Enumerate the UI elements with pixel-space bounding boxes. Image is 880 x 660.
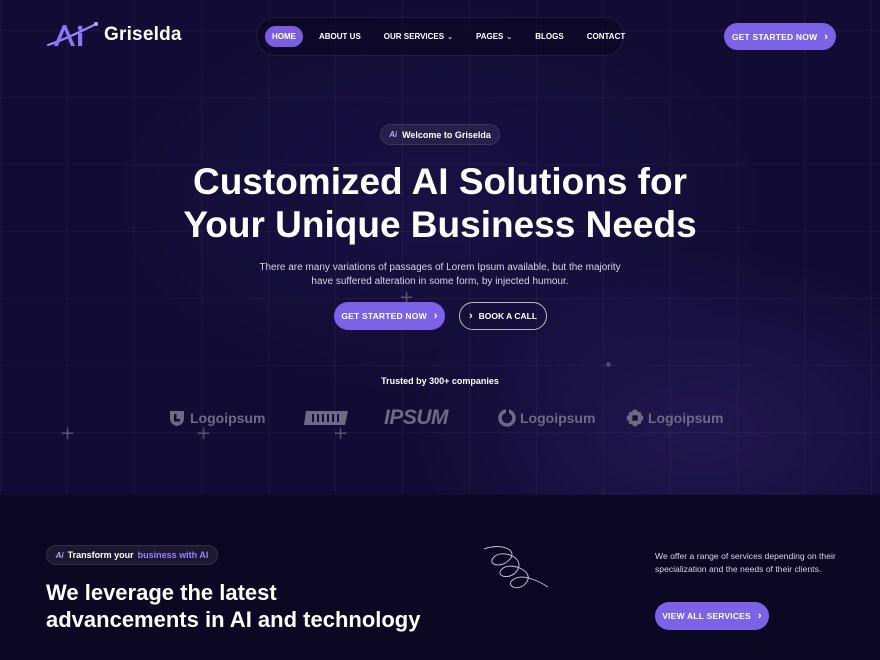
- badge-highlight: business with AI: [137, 550, 209, 560]
- ai-mark-icon: Ai: [389, 130, 398, 139]
- partner-logo-text: Logoipsum: [520, 410, 596, 426]
- badge-label: Transform your: [67, 550, 134, 560]
- button-label: GET STARTED NOW: [731, 31, 818, 42]
- chevron-down-icon: ⌄: [506, 33, 513, 41]
- services-intro-title: We leverage the latest advancements in A…: [46, 579, 466, 633]
- ring-logo-icon: [498, 409, 516, 427]
- shield-logo-icon: [170, 411, 184, 426]
- partner-logo: [304, 404, 350, 432]
- services-description: We offer a range of services depending o…: [655, 551, 836, 574]
- header-get-started-button[interactable]: GET STARTED NOW ›: [724, 23, 836, 50]
- hero-get-started-button[interactable]: GET STARTED NOW ›: [334, 302, 445, 330]
- nav-item-about-us[interactable]: ABOUT US: [312, 26, 368, 47]
- brand-name: Griselda: [104, 24, 182, 45]
- badge-label: Welcome to Griselda: [402, 129, 491, 140]
- nav-item-contact[interactable]: CONTACT: [580, 26, 633, 47]
- partner-logo-text: Logoipsum: [190, 410, 266, 426]
- flower-logo-icon: [626, 409, 644, 427]
- hero-section: + + + + Griselda HOME ABOUT US OUR SERVI…: [0, 0, 880, 495]
- nav-label: PAGES: [475, 32, 504, 41]
- partner-logo: Logoipsum: [498, 404, 595, 432]
- chevron-right-icon: ›: [757, 610, 762, 622]
- scribble-decoration: [483, 546, 549, 589]
- ai-mark-icon: Ai: [55, 550, 64, 560]
- stripes-logo-icon: [304, 411, 348, 425]
- button-label: VIEW ALL SERVICES: [662, 611, 751, 621]
- hero-title-line: Your Unique Business Needs: [183, 204, 697, 245]
- nav-item-home[interactable]: HOME: [265, 26, 303, 47]
- chevron-down-icon: ⌄: [447, 33, 453, 41]
- nav-item-pages[interactable]: PAGES ⌄: [469, 26, 519, 47]
- title-line: advancements in AI and technology: [46, 607, 421, 632]
- partner-logo-text: Logoipsum: [648, 410, 724, 426]
- partner-logos: Logoipsum IPSUM Logoipsum Logoipsum: [0, 404, 880, 432]
- title-line: We leverage the latest: [46, 580, 277, 605]
- nav-label: ABOUT US: [319, 32, 361, 41]
- nav-label: HOME: [272, 32, 296, 41]
- nav-label: BLOGS: [535, 32, 564, 41]
- nav-label: CONTACT: [586, 32, 626, 41]
- partner-logo: Logoipsum: [626, 404, 723, 432]
- view-all-services-button[interactable]: VIEW ALL SERVICES ›: [655, 602, 769, 630]
- main-nav: HOME ABOUT US OUR SERVICES ⌄ PAGES ⌄ BLO…: [256, 17, 625, 56]
- partner-logo: Logoipsum: [168, 404, 265, 432]
- chevron-right-icon: ›: [824, 30, 829, 43]
- partner-logo: IPSUM: [384, 404, 449, 432]
- brand-logo[interactable]: Griselda: [46, 20, 182, 50]
- welcome-badge: Ai Welcome to Griselda: [380, 124, 500, 145]
- chevron-right-icon: ›: [468, 310, 473, 322]
- button-label: GET STARTED NOW: [341, 311, 427, 321]
- services-intro-section: Ai Transform your business with AI We le…: [0, 495, 880, 660]
- button-label: BOOK A CALL: [478, 311, 538, 321]
- nav-item-blogs[interactable]: BLOGS: [528, 26, 570, 47]
- nav-label: OUR SERVICES: [383, 32, 445, 41]
- chevron-right-icon: ›: [433, 310, 438, 322]
- hero-subtitle: There are many variations of passages of…: [259, 262, 621, 287]
- nav-item-our-services[interactable]: OUR SERVICES ⌄: [377, 26, 460, 47]
- dot-decoration: [606, 362, 611, 367]
- transform-badge: Ai Transform your business with AI: [46, 545, 218, 565]
- partner-logo-text: IPSUM: [384, 406, 449, 429]
- hero-title-line: Customized AI Solutions for: [192, 161, 687, 202]
- trusted-label: Trusted by 300+ companies: [381, 376, 499, 386]
- ai-logo-icon: [46, 22, 98, 47]
- book-a-call-button[interactable]: › BOOK A CALL: [459, 302, 547, 330]
- hero-title: Customized AI Solutions for Your Unique …: [0, 160, 880, 246]
